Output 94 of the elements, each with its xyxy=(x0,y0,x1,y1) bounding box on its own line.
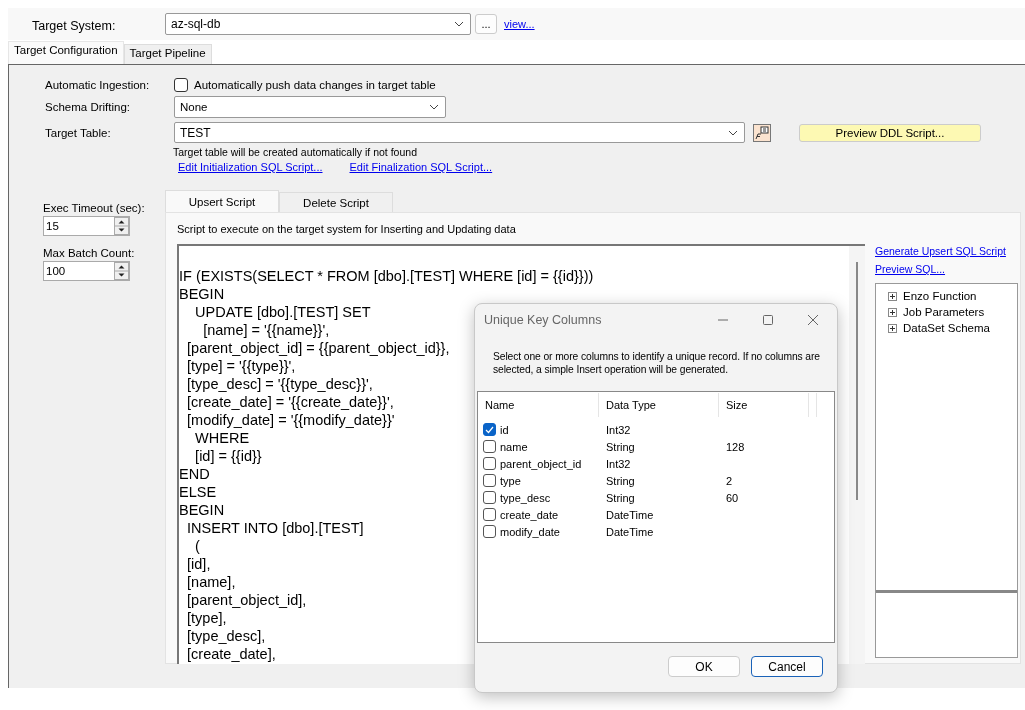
code-line: [create_date] = '{{create_date}}', xyxy=(186,394,394,410)
code-line: ELSE xyxy=(179,484,217,500)
spinner-arrows-icon[interactable] xyxy=(114,217,129,235)
column-size: 2 xyxy=(726,474,733,487)
code-line: [name] = '{{name}}', xyxy=(202,322,330,338)
code-line: [id] = {{id}} xyxy=(194,448,262,464)
checkbox[interactable] xyxy=(483,457,496,470)
exec-timeout-spinner[interactable]: 15 xyxy=(43,216,130,236)
code-line: BEGIN xyxy=(179,502,225,518)
code-line: BEGIN xyxy=(179,286,225,302)
dialog-message: Select one or more columns to identify a unique record. If no columns are selected, a simple Insert operation will be generated. xyxy=(493,350,821,376)
data-type: DateTime xyxy=(606,525,654,538)
data-type: String xyxy=(606,491,635,504)
close-icon[interactable] xyxy=(807,314,819,326)
function-picker-icon[interactable] xyxy=(753,123,771,142)
checkbox[interactable] xyxy=(483,440,496,453)
dialog-title: Unique Key Columns xyxy=(484,313,603,327)
script-tab[interactable]: Upsert Script xyxy=(165,190,279,212)
chevron-down-icon xyxy=(429,104,439,110)
column-name: type xyxy=(500,474,521,487)
checkbox[interactable] xyxy=(483,508,496,521)
column-name: type_desc xyxy=(500,491,551,504)
maximize-icon[interactable] xyxy=(762,314,774,326)
code-line: IF (EXISTS(SELECT * FROM [dbo].[TEST] WHERE [id] = {{id}})) xyxy=(179,268,594,284)
script-description: Script to execute on the target system for Inserting and Updating data xyxy=(177,223,517,235)
checkbox[interactable] xyxy=(483,525,496,538)
checkbox[interactable] xyxy=(483,491,496,504)
tab[interactable]: Target Configuration xyxy=(8,41,124,64)
code-line: END xyxy=(179,466,210,482)
data-type: String xyxy=(606,440,635,453)
checkbox[interactable] xyxy=(483,423,496,436)
script-tab[interactable]: Delete Script xyxy=(279,192,393,212)
data-type: Int32 xyxy=(606,457,631,470)
exec-timeout-label: Exec Timeout (sec): xyxy=(43,202,145,214)
schema-drifting-dropdown[interactable]: None xyxy=(174,96,446,118)
data-type: DateTime xyxy=(606,508,654,521)
automatic-ingestion-label: Automatic Ingestion: xyxy=(45,79,151,91)
column-header[interactable]: Name xyxy=(478,393,599,417)
column-name: create_date xyxy=(500,508,559,521)
column-name: id xyxy=(500,423,509,436)
code-line: [parent_object_id] = {{parent_object_id}}, xyxy=(186,340,450,356)
tree-item[interactable]: Enzo Function xyxy=(903,290,977,302)
checkbox[interactable] xyxy=(483,474,496,487)
code-line: [id], xyxy=(186,556,211,572)
code-line: [create_date], xyxy=(186,646,276,662)
column-name: parent_object_id xyxy=(500,457,582,470)
spinner-arrows-icon[interactable] xyxy=(114,262,129,280)
target-system-dropdown[interactable]: az-sql-db xyxy=(165,13,471,35)
view-link[interactable]: view... xyxy=(504,18,535,30)
expand-icon[interactable] xyxy=(888,307,897,317)
chevron-down-icon xyxy=(454,21,464,27)
code-line: [parent_object_id], xyxy=(186,592,307,608)
chevron-down-icon xyxy=(728,129,738,136)
checkbox-label: Automatically push data changes in target table xyxy=(194,79,436,91)
tab[interactable]: Target Pipeline xyxy=(123,44,212,64)
code-line: [name], xyxy=(186,574,236,590)
preview-ddl-button[interactable]: Preview DDL Script... xyxy=(799,123,981,142)
checkbox[interactable] xyxy=(174,78,188,92)
scrollbar[interactable] xyxy=(849,246,865,664)
target-system-label: Target System: xyxy=(31,19,117,33)
column-size: 60 xyxy=(726,491,739,504)
script-link[interactable]: Edit Initialization SQL Script... xyxy=(178,161,323,173)
code-line: [type_desc], xyxy=(186,628,266,644)
side-link[interactable]: Generate Upsert SQL Script xyxy=(875,245,1018,257)
code-line: ( xyxy=(194,538,200,554)
column-header[interactable]: Data Type xyxy=(599,393,719,417)
column-name: modify_date xyxy=(500,525,560,538)
target-table-label: Target Table: xyxy=(45,126,112,139)
expand-icon[interactable] xyxy=(888,323,897,333)
expand-icon[interactable] xyxy=(888,291,897,301)
data-type: Int32 xyxy=(606,423,631,436)
column-name: name xyxy=(500,440,528,453)
browse-button[interactable]: ... xyxy=(475,14,497,34)
tree-item[interactable]: Job Parameters xyxy=(903,306,985,318)
code-line: WHERE xyxy=(194,430,250,446)
dialog-button[interactable]: OK xyxy=(668,656,740,677)
schema-drifting-label: Schema Drifting: xyxy=(45,101,131,113)
max-batch-count-label: Max Batch Count: xyxy=(43,247,135,259)
data-type: String xyxy=(606,474,635,487)
tree-item[interactable]: DataSet Schema xyxy=(903,322,990,334)
dialog-button[interactable]: Cancel xyxy=(751,656,823,677)
column-header[interactable]: Size xyxy=(719,393,809,417)
code-line: UPDATE [dbo].[TEST] SET xyxy=(194,304,371,320)
code-line: [modify_date] = '{{modify_date}}' xyxy=(186,412,395,428)
code-line: [type], xyxy=(186,610,227,626)
script-link[interactable]: Edit Finalization SQL Script... xyxy=(349,161,493,173)
side-link[interactable]: Preview SQL... xyxy=(875,263,1018,275)
code-line: [type_desc] = '{{type_desc}}', xyxy=(186,376,373,392)
column-size: 128 xyxy=(726,440,745,453)
target-table-hint: Target table will be created automatically if not found xyxy=(173,146,418,158)
target-table-dropdown[interactable]: TEST xyxy=(174,122,745,143)
max-batch-count-spinner[interactable]: 100 xyxy=(43,261,130,281)
code-line: INSERT INTO [dbo].[TEST] xyxy=(186,520,364,536)
code-line: [type] = '{{type}}', xyxy=(186,358,296,374)
